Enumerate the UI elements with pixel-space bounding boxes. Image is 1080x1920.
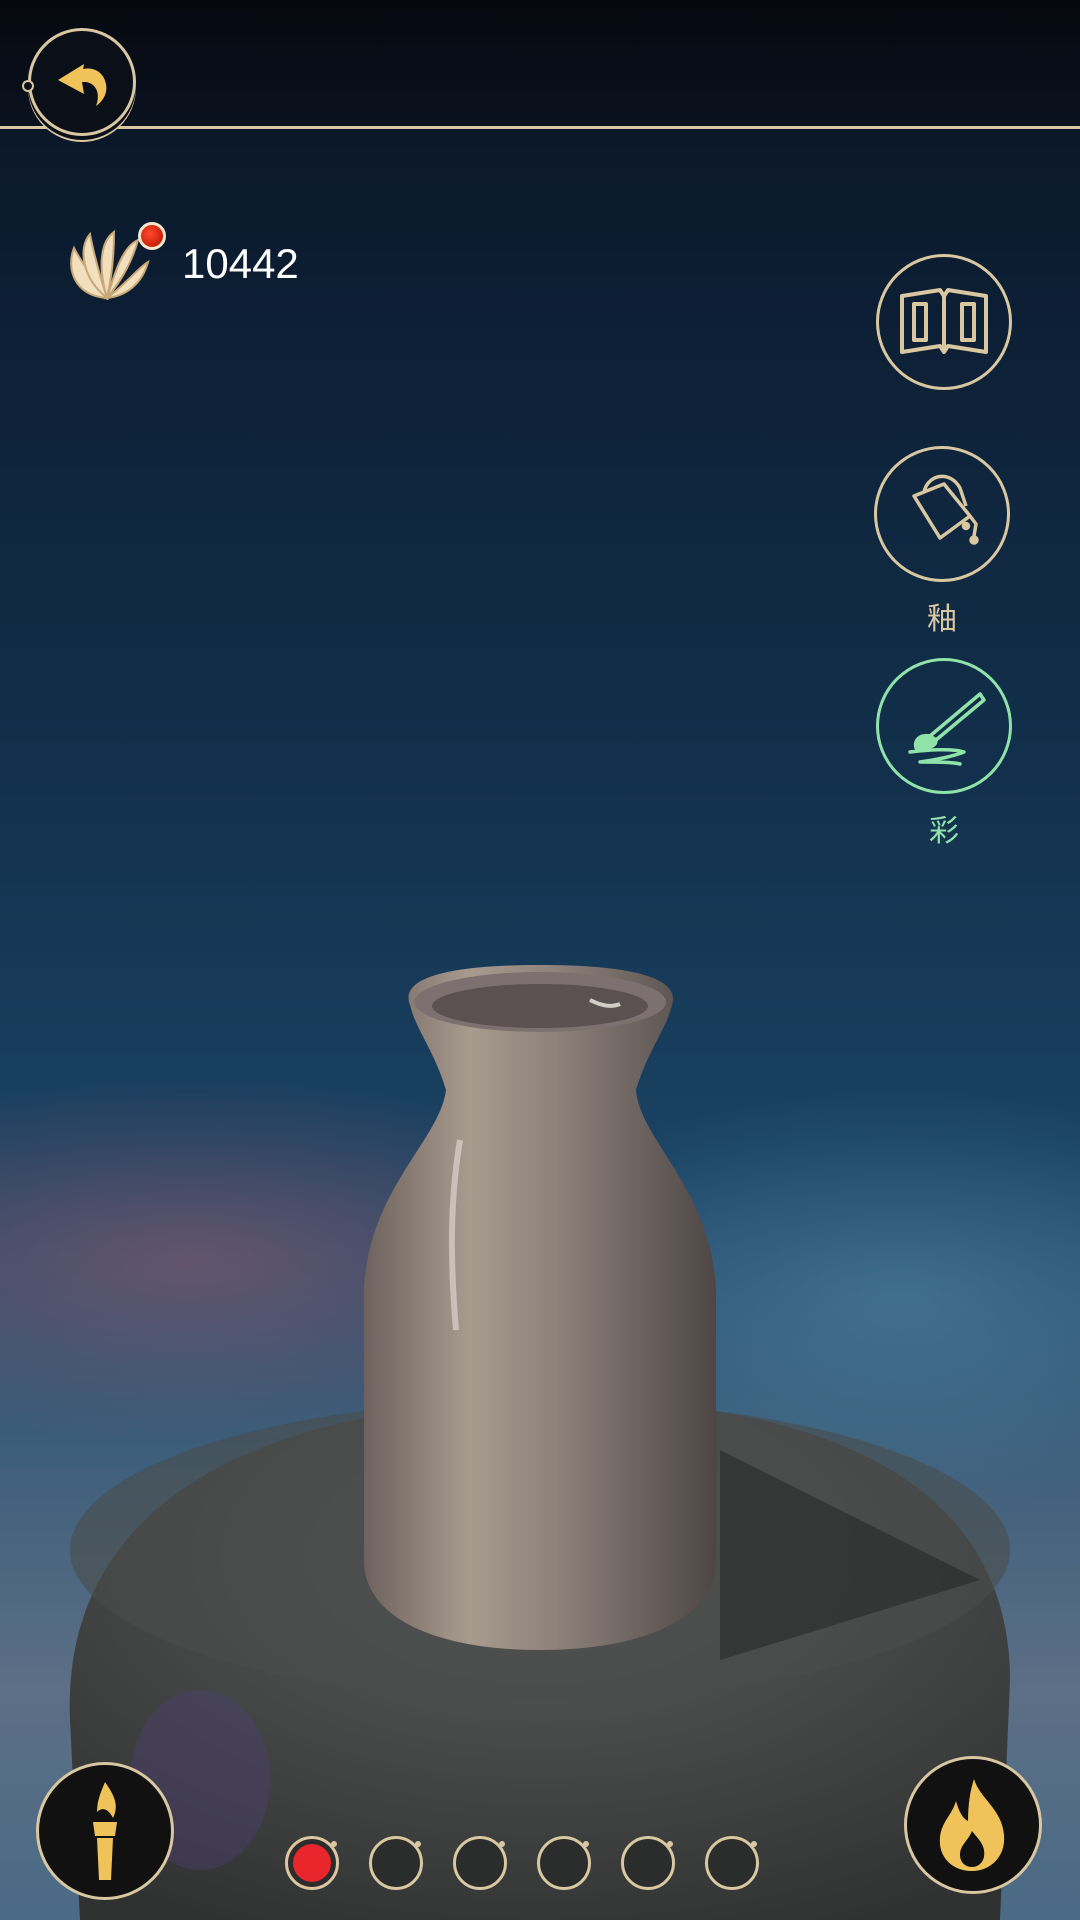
color-slot-5[interactable] [621, 1836, 675, 1890]
color-slots [285, 1836, 759, 1890]
glaze-label: 釉 [927, 602, 957, 637]
color-slot-6[interactable] [705, 1836, 759, 1890]
color-slot-3[interactable] [453, 1836, 507, 1890]
back-button[interactable] [28, 28, 136, 136]
brush-icon [908, 692, 986, 766]
notification-dot [138, 222, 166, 250]
paint-brush-flame-icon [93, 1782, 117, 1880]
catalog-button[interactable] [876, 254, 1012, 390]
paint-button[interactable] [876, 658, 1012, 794]
color-slot-4[interactable] [537, 1836, 591, 1890]
top-bar [0, 0, 1080, 129]
pottery-scene [69, 965, 1011, 1920]
color-slot-2[interactable] [369, 1836, 423, 1890]
curved-back-arrow-icon [58, 64, 107, 106]
glaze-bucket-icon [912, 474, 979, 545]
color-slot-1[interactable] [285, 1836, 339, 1890]
currency-value: 10442 [182, 240, 299, 287]
decorate-button[interactable] [36, 1762, 174, 1900]
vase [364, 965, 716, 1650]
kiln-fire-button[interactable] [904, 1756, 1042, 1894]
book-icon [900, 288, 988, 354]
back-button-ornament [22, 80, 34, 92]
glaze-button[interactable] [874, 446, 1010, 582]
shell-icon [70, 230, 150, 302]
currency-counter: 10442 [64, 222, 299, 302]
kiln-fire-icon [939, 1779, 1005, 1871]
paint-label: 彩 [929, 814, 959, 849]
